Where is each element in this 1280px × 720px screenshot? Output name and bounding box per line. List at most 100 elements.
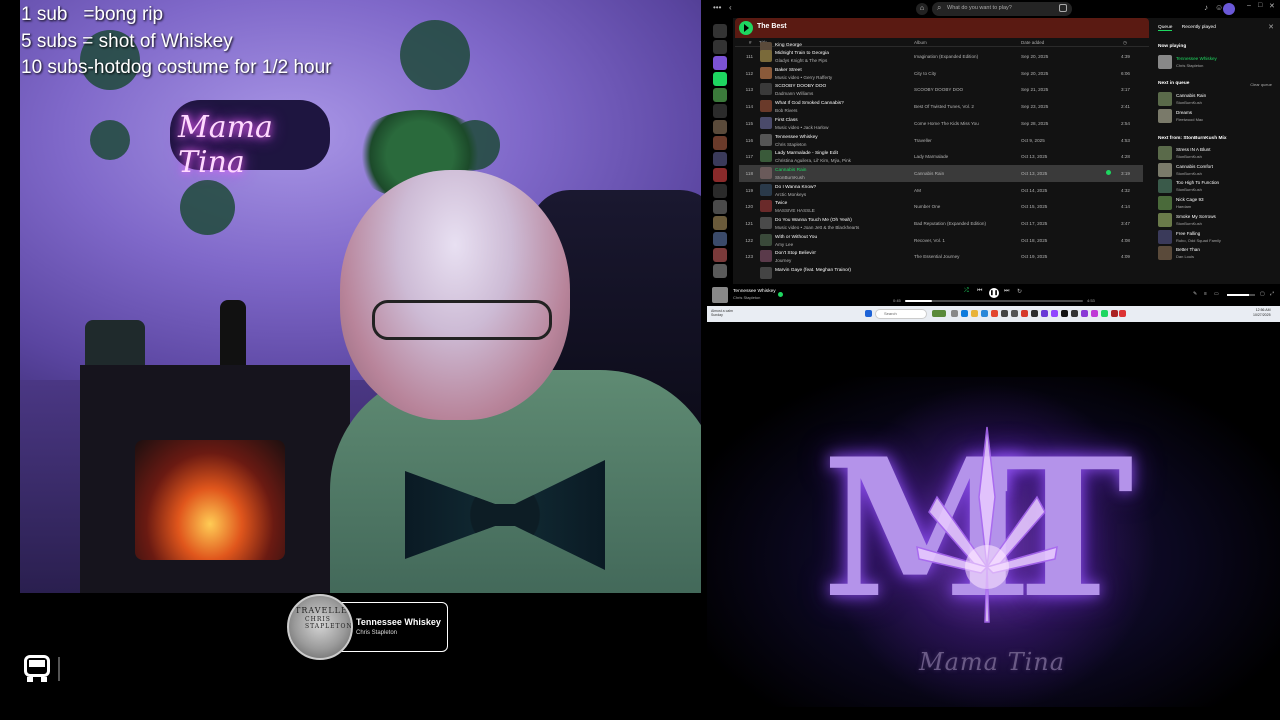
library-item-thumb[interactable] <box>713 168 727 182</box>
taskbar-app-icon[interactable] <box>971 310 978 317</box>
taskbar-app-icon[interactable] <box>1021 310 1028 317</box>
queue-item[interactable]: Dreams Fleetwood Mac <box>1158 108 1276 126</box>
library-item-thumb[interactable] <box>713 184 727 198</box>
minimize-icon[interactable]: – <box>1247 2 1251 9</box>
track-row[interactable]: 111 Midnight Train to Georgia Gladys Knigh… <box>739 48 1143 65</box>
avatar[interactable] <box>1223 3 1235 15</box>
taskbar-app-icon[interactable] <box>1031 310 1038 317</box>
bell-icon[interactable]: ♪ <box>1204 3 1208 12</box>
library-item-thumb[interactable] <box>713 232 727 246</box>
pause-button[interactable]: ❚❚ <box>989 288 999 298</box>
progress-bar[interactable] <box>905 300 1083 302</box>
taskbar-app-icon[interactable] <box>1011 310 1018 317</box>
library-item-thumb[interactable] <box>713 120 727 134</box>
add-icon[interactable] <box>713 40 727 54</box>
liked-songs-thumb[interactable] <box>713 56 727 70</box>
queue-item[interactable]: Cannabis Comfort StonBurnKush <box>1158 162 1276 180</box>
start-icon[interactable] <box>865 310 872 317</box>
library-item-thumb[interactable] <box>713 200 727 214</box>
track-title: Baker Street <box>775 67 802 73</box>
track-row[interactable]: 118 Cannabis Rain StonBurnKush Cannabis Rai… <box>739 164 1143 182</box>
track-row[interactable]: 113 SCOOBY DOOBY DOO Dadmann Williams SCOOB… <box>739 81 1143 98</box>
queue-item[interactable]: Smoke My Sorrows StonBurnKush <box>1158 212 1276 230</box>
shuffle-icon[interactable]: ⤮ <box>964 288 969 295</box>
track-row[interactable]: 121 Do You Wanna Touch Me (Oh Yeah) Music … <box>739 215 1143 232</box>
taskbar-clock[interactable]: 12:56 AM 10/27/2025 <box>1253 308 1271 318</box>
next-icon[interactable]: ⏭ <box>1004 288 1009 295</box>
taskbar-app-icon[interactable] <box>1111 310 1118 317</box>
taskbar-app-icon[interactable] <box>932 310 946 317</box>
maximize-icon[interactable]: □ <box>1258 2 1262 9</box>
track-row[interactable]: 119 Do I Wanna Know? Arctic Monkeys AM Oct 1… <box>739 182 1143 199</box>
track-row[interactable]: Marvin Gaye (feat. Meghan Trainor) <box>739 265 1143 282</box>
library-item-thumb[interactable] <box>713 216 727 230</box>
track-number: 116 <box>745 137 753 143</box>
device-icon[interactable]: ▭ <box>1214 291 1219 297</box>
taskbar-app-icon[interactable] <box>1091 310 1098 317</box>
track-artist: Music video • Jack Harlow <box>775 124 829 130</box>
track-row[interactable]: 115 First Class Music video • Jack Harlow C… <box>739 115 1143 132</box>
queue-item[interactable]: Cannabis Rain StonBurnKush <box>1158 91 1276 109</box>
track-row[interactable]: 114 What If God Smoked Cannabis? Bob River… <box>739 98 1143 115</box>
queue-now-playing[interactable]: Tennessee Whiskey Chris Stapleton <box>1158 54 1276 72</box>
close-icon[interactable]: ✕ <box>1269 2 1275 10</box>
queue-item[interactable]: Free Falling Rubo, Odd Squad Family <box>1158 229 1276 247</box>
fullscreen-icon[interactable]: ⤢ <box>1270 291 1274 297</box>
saved-check-icon[interactable] <box>778 292 783 297</box>
library-item-thumb[interactable] <box>713 152 727 166</box>
taskbar-app-icon[interactable] <box>991 310 998 317</box>
taskbar-app-icon[interactable] <box>981 310 988 317</box>
saved-check-icon[interactable] <box>1106 170 1111 176</box>
queue-icon[interactable]: ≡ <box>1204 291 1207 297</box>
player-track-title[interactable]: Tennessee Whiskey <box>733 289 776 294</box>
close-icon[interactable]: ✕ <box>1268 23 1274 31</box>
taskbar-app-icon[interactable] <box>1041 310 1048 317</box>
track-row[interactable]: 116 Tennessee Whiskey Chris Stapleton Trave… <box>739 132 1143 149</box>
home-icon[interactable]: ⌂ <box>916 3 928 15</box>
taskbar-app-icon[interactable] <box>1051 310 1058 317</box>
taskbar-app-icon[interactable] <box>951 310 958 317</box>
back-arrow-icon[interactable]: ‹ <box>729 3 732 12</box>
track-row[interactable]: 122 With or Without You Amy Lee Recover, Vo… <box>739 232 1143 249</box>
tab-queue[interactable]: Queue <box>1158 25 1173 31</box>
taskbar-app-icon[interactable] <box>1071 310 1078 317</box>
menu-dots-icon[interactable]: ••• <box>713 3 721 12</box>
lyrics-icon[interactable]: ✎ <box>1193 291 1197 297</box>
library-item-thumb[interactable] <box>713 88 727 102</box>
track-row[interactable]: 120 Twice MASSIVE HASSLE Number One Oct 15, … <box>739 198 1143 215</box>
track-row[interactable]: 112 Baker Street Music video • Gerry Raffe… <box>739 65 1143 82</box>
play-button[interactable] <box>739 21 753 35</box>
library-item-thumb[interactable] <box>713 72 727 86</box>
taskbar-app-icon[interactable] <box>1001 310 1008 317</box>
queue-item[interactable]: Nick Cage 93 Haedam <box>1158 195 1276 213</box>
previous-icon[interactable]: ⏮ <box>977 288 982 295</box>
library-item-thumb[interactable] <box>713 264 727 278</box>
queue-item-artist: Fleetwood Mac <box>1176 116 1204 122</box>
taskbar-app-icon[interactable] <box>961 310 968 317</box>
repeat-icon[interactable]: ↻ <box>1017 288 1022 295</box>
now-playing-heading: Now playing <box>1158 44 1187 49</box>
track-row[interactable]: 117 Lady Marmalade - Single Edit Christina… <box>739 148 1143 165</box>
taskbar-app-icon[interactable] <box>1119 310 1126 317</box>
library-item-thumb[interactable] <box>713 136 727 150</box>
player-track-artist[interactable]: Chris Stapleton <box>733 295 760 300</box>
queue-item[interactable]: Too High To Function StonBurnKush <box>1158 178 1276 196</box>
track-row[interactable]: 123 Don't Stop Believin' Journey The Essent… <box>739 248 1143 265</box>
library-item-thumb[interactable] <box>713 248 727 262</box>
taskbar-app-icon[interactable] <box>1061 310 1068 317</box>
taskbar-app-icon[interactable] <box>1081 310 1088 317</box>
friends-icon[interactable]: ☺ <box>1215 3 1223 12</box>
volume-slider[interactable] <box>1227 294 1255 296</box>
library-icon[interactable] <box>713 24 727 38</box>
queue-item[interactable]: Better Than Dan Louis <box>1158 245 1276 263</box>
search-input[interactable]: ⌕ What do you want to play? <box>932 2 1072 16</box>
weather-widget[interactable]: Almost a calm Sunday <box>711 309 733 317</box>
taskbar-search[interactable]: Search <box>875 309 927 319</box>
miniplayer-icon[interactable]: ▢ <box>1260 291 1265 297</box>
queue-item[interactable]: Stress IN A Blunt StonBurnKush <box>1158 145 1276 163</box>
spotify-taskbar-icon[interactable] <box>1101 310 1108 317</box>
browse-icon[interactable] <box>1059 4 1067 12</box>
clear-queue-button[interactable]: Clear queue <box>1250 82 1272 87</box>
tab-recently-played[interactable]: Recently played <box>1182 25 1216 30</box>
library-item-thumb[interactable] <box>713 104 727 118</box>
